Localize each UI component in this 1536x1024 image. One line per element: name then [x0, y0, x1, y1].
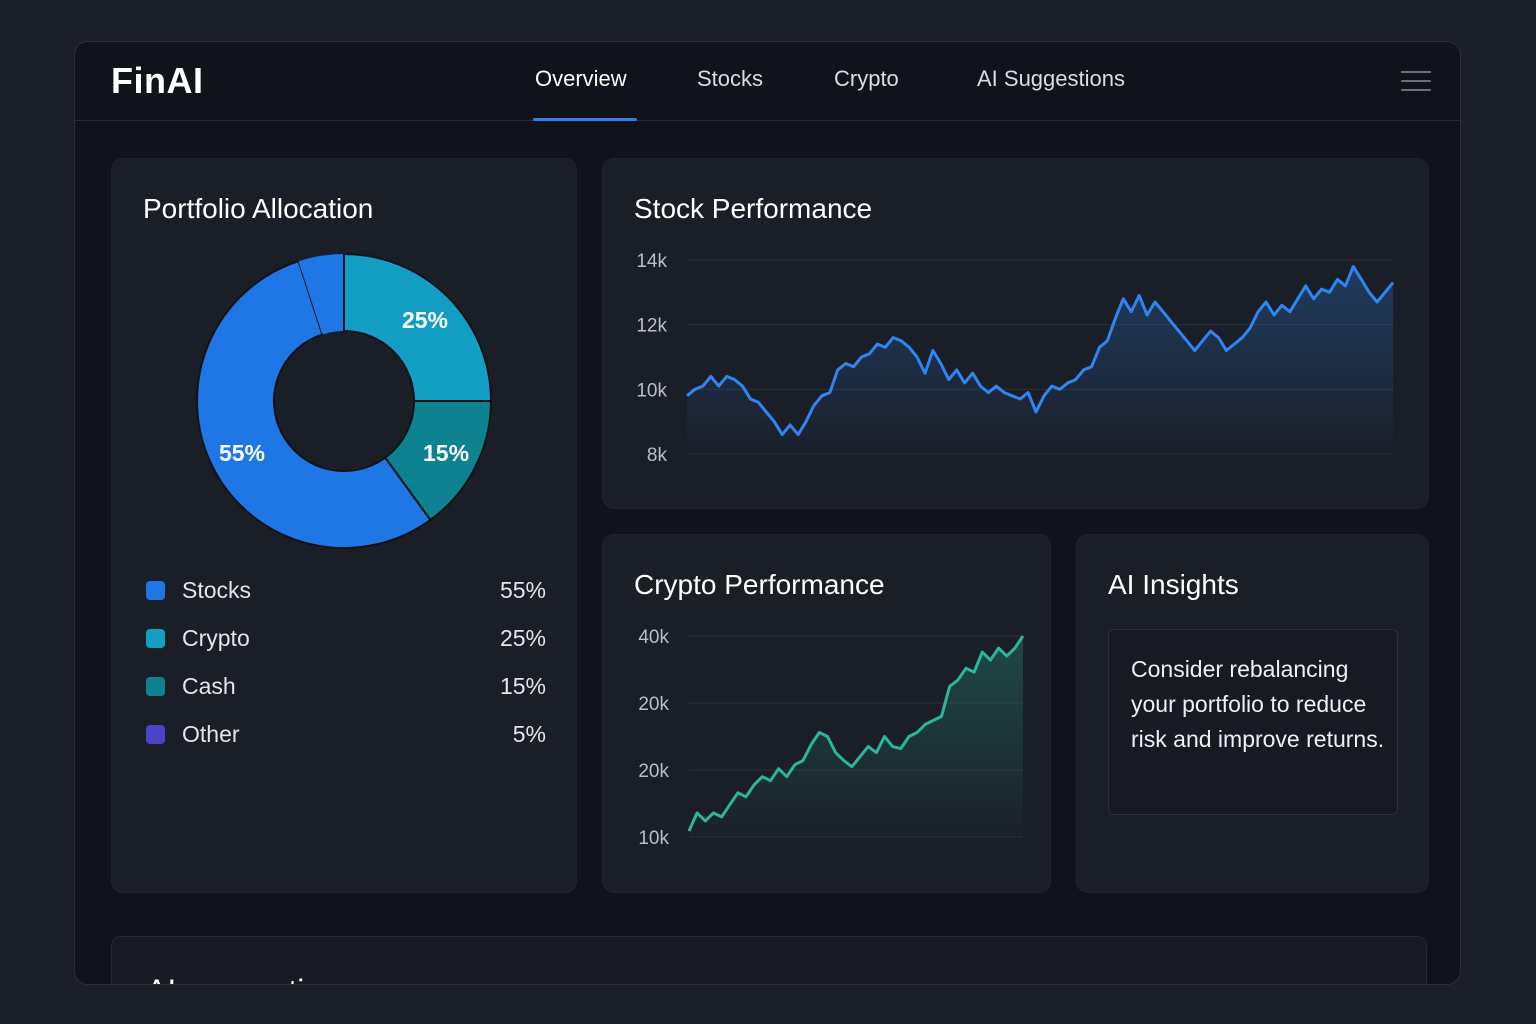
legend-swatch [146, 629, 165, 648]
app-window: FinAI Overview Stocks Crypto AI Suggesti… [74, 41, 1461, 985]
legend-value: 55% [499, 577, 546, 603]
donut-label-stocks: 55% [219, 440, 265, 466]
legend-row-cash: Cash 15% [146, 673, 546, 703]
stock-y-tick-label: 14k [636, 251, 667, 272]
crypto-y-tick-label: 20k [638, 694, 669, 715]
allocation-donut-chart: 25% 15% 55% [196, 252, 493, 549]
legend-row-stocks: Stocks 55% [146, 577, 546, 607]
crypto-y-tick-label: 40k [638, 627, 669, 648]
tab-stocks[interactable]: Stocks [697, 66, 763, 92]
crypto-y-tick-label: 10k [638, 828, 669, 849]
legend-swatch [146, 677, 165, 696]
ai-suggestions-title: AI suggestions [146, 973, 356, 984]
ai-insights-card: AI Insights Consider rebalancing your po… [1076, 534, 1429, 893]
stock-area-fill [687, 266, 1393, 454]
hamburger-menu-icon[interactable] [1401, 71, 1431, 93]
legend-label: Other [182, 721, 240, 747]
stock-y-tick-label: 8k [647, 445, 668, 466]
stock-y-tick-label: 12k [636, 316, 667, 337]
insight-message-box: Consider rebalancing your portfolio to r… [1108, 629, 1398, 815]
stock-y-tick-label: 10k [636, 380, 667, 401]
tab-overview[interactable]: Overview [535, 66, 627, 92]
crypto-performance-chart: 40k 20k 20k 10k [638, 627, 1025, 849]
portfolio-title: Portfolio Allocation [143, 193, 374, 224]
legend-label: Crypto [182, 625, 250, 651]
legend-label: Cash [182, 673, 236, 699]
portfolio-allocation-card: Portfolio Allocation 25% 15% 55% Stocks 55… [111, 158, 577, 893]
main-nav: Overview Stocks Crypto AI Suggestions [75, 42, 1460, 121]
stock-performance-card: Stock Performance 14k 12k 10k 8k [602, 158, 1429, 509]
legend-row-crypto: Crypto 25% [146, 625, 546, 655]
ai-suggestions-card: AI suggestions [111, 936, 1427, 984]
legend-label: Stocks [182, 577, 252, 603]
crypto-area-fill [689, 636, 1023, 837]
ai-insights-title: AI Insights [1108, 569, 1239, 600]
legend-swatch [146, 581, 165, 600]
legend-value: 5% [512, 721, 546, 747]
tab-ai-suggestions[interactable]: AI Suggestions [977, 66, 1125, 92]
donut-label-cash: 15% [423, 440, 469, 466]
legend-row-other: Other 5% [146, 721, 546, 751]
crypto-performance-card: Crypto Performance 40k 20k 20k 10k [602, 534, 1051, 893]
insight-text: Consider rebalancing your portfolio to r… [1131, 656, 1385, 752]
legend-value: 25% [499, 625, 546, 651]
donut-label-crypto: 25% [402, 307, 448, 333]
crypto-y-tick-label: 20k [638, 761, 669, 782]
top-bar: FinAI Overview Stocks Crypto AI Suggesti… [75, 42, 1460, 121]
legend-value: 15% [499, 673, 546, 699]
stock-performance-chart: 14k 12k 10k 8k [636, 251, 1395, 466]
tab-crypto[interactable]: Crypto [834, 66, 899, 92]
active-tab-indicator [533, 118, 637, 121]
legend-swatch [146, 725, 165, 744]
